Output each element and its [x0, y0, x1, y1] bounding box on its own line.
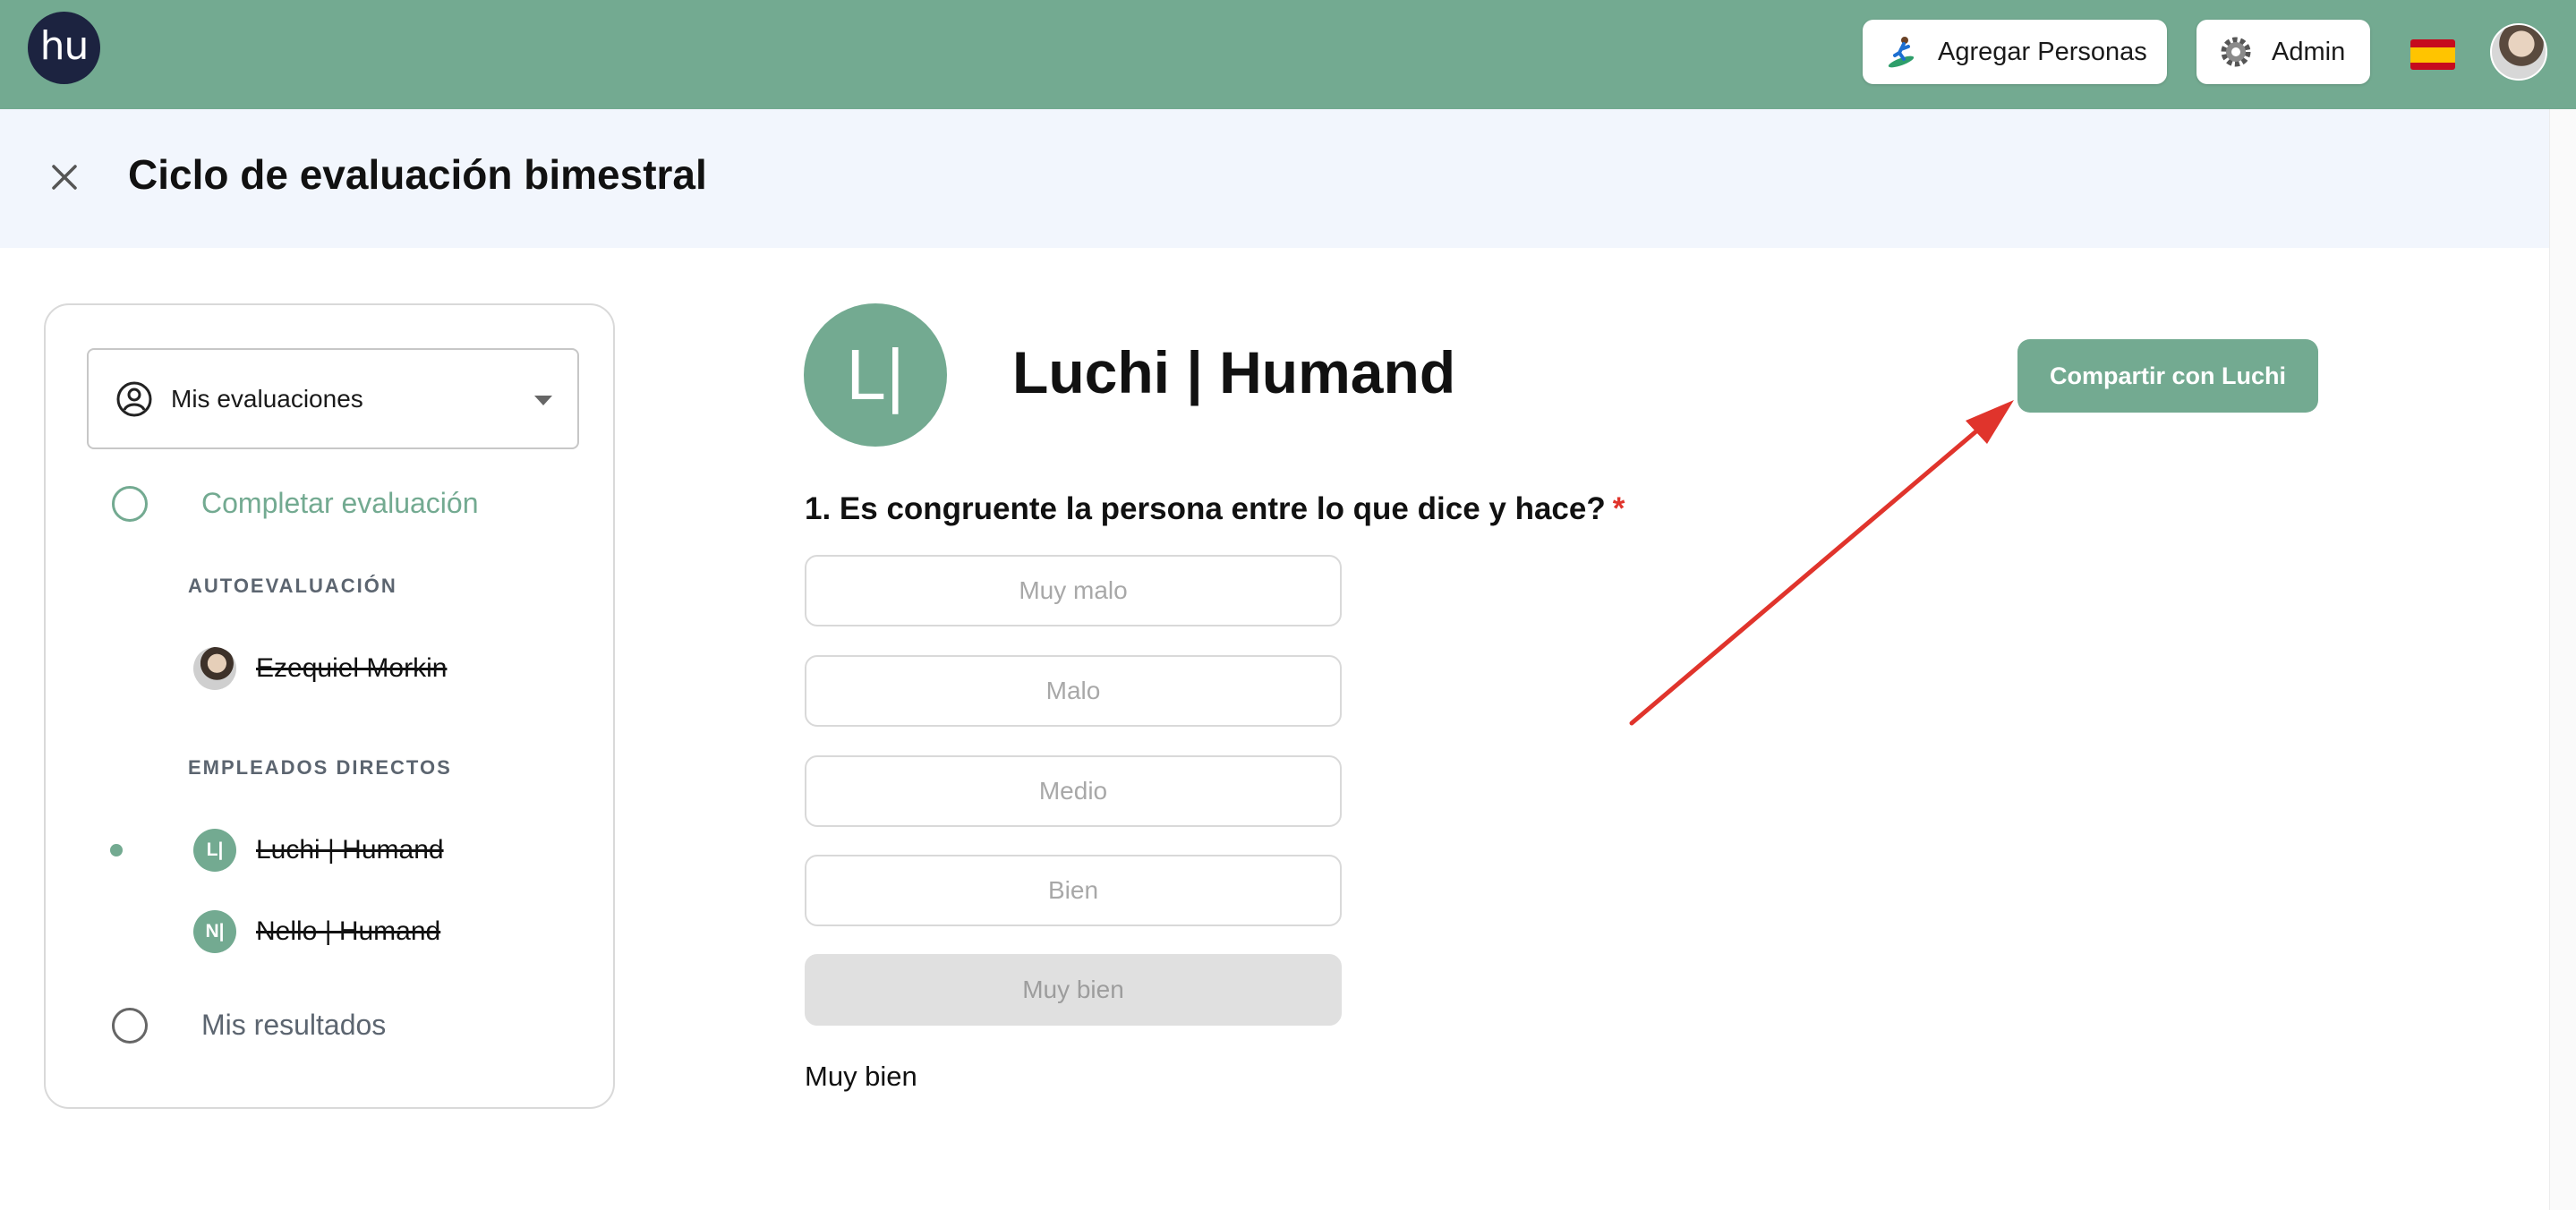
app-logo[interactable]: hu [28, 12, 100, 84]
person-name: Ezequiel Morkin [256, 653, 448, 683]
user-circle-icon [116, 381, 152, 416]
selected-answer: Muy bien [805, 1061, 917, 1092]
option-muy-bien[interactable]: Muy bien [805, 954, 1342, 1026]
step-complete-evaluation-icon [112, 486, 148, 522]
add-people-label: Agregar Personas [1938, 37, 2147, 66]
person-name-heading: Luchi | Humand [1012, 339, 1456, 405]
person-ezequiel-morkin[interactable]: Ezequiel Morkin [193, 647, 447, 690]
add-people-button[interactable]: Agregar Personas [1863, 20, 2167, 84]
evaluations-selector[interactable]: Mis evaluaciones [87, 348, 579, 449]
option-bien[interactable]: Bien [805, 855, 1342, 926]
step-my-results[interactable]: Mis resultados [201, 1009, 386, 1042]
person-name: Luchi | Humand [256, 835, 444, 865]
user-avatar[interactable] [2490, 23, 2547, 81]
avatar: L| [193, 829, 236, 872]
spain-flag-icon[interactable] [2410, 39, 2455, 70]
section-direct-employees: EMPLEADOS DIRECTOS [188, 756, 452, 779]
step-complete-evaluation[interactable]: Completar evaluación [201, 487, 479, 520]
person-luchi-humand[interactable]: L| Luchi | Humand [193, 829, 444, 872]
avatar: N| [193, 910, 236, 953]
admin-label: Admin [2272, 37, 2346, 66]
gear-icon [2218, 34, 2254, 70]
share-button[interactable]: Compartir con Luchi [2017, 339, 2318, 413]
admin-button[interactable]: Admin [2196, 20, 2370, 84]
question-text: 1. Es congruente la persona entre lo que… [805, 491, 1606, 526]
person-nello-humand[interactable]: N| Nello | Humand [193, 910, 440, 953]
section-self-evaluation: AUTOEVALUACIÓN [188, 575, 397, 597]
surfer-icon [1884, 34, 1920, 70]
required-marker: * [1612, 491, 1625, 526]
close-icon[interactable] [47, 159, 82, 195]
step-my-results-icon [112, 1008, 148, 1044]
avatar [193, 647, 236, 690]
current-person-indicator [110, 844, 123, 856]
page-title: Ciclo de evaluación bimestral [128, 151, 707, 198]
selector-value: Mis evaluaciones [171, 384, 363, 413]
option-medio[interactable]: Medio [805, 755, 1342, 827]
option-muy-malo[interactable]: Muy malo [805, 555, 1342, 626]
option-malo[interactable]: Malo [805, 655, 1342, 727]
person-name: Nello | Humand [256, 916, 441, 946]
top-bar: hu Agregar Personas Admin [0, 0, 2576, 109]
scrollbar[interactable] [2549, 109, 2576, 1210]
chevron-down-icon [534, 396, 552, 405]
question-title: 1. Es congruente la persona entre lo que… [805, 491, 1625, 527]
person-avatar: L| [804, 303, 947, 447]
